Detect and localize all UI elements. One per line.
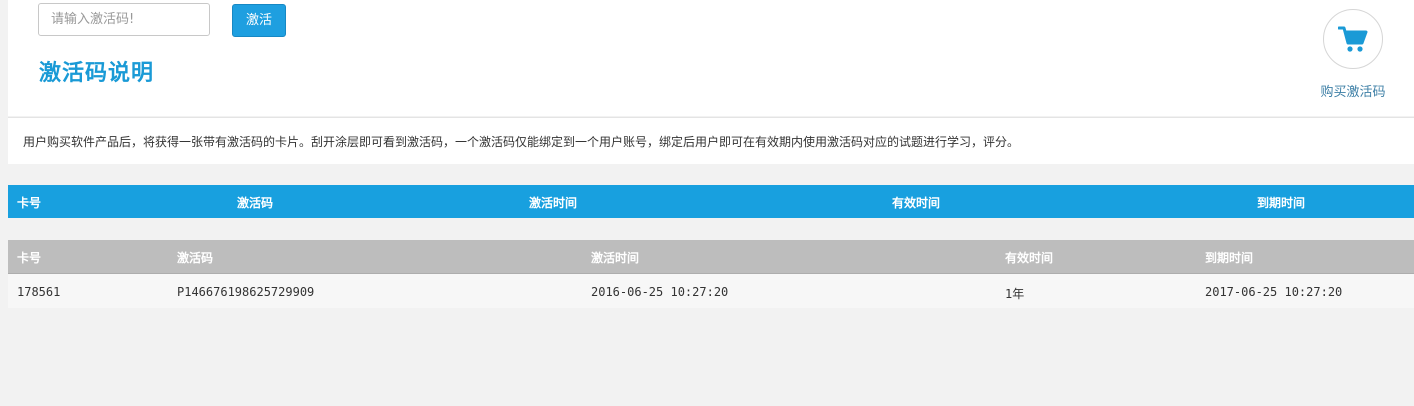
activate-button[interactable]: 激活 xyxy=(232,4,286,37)
column-activation-time: 激活时间 xyxy=(591,251,640,265)
header-expiry-time: 到期时间 xyxy=(1257,196,1306,210)
activation-panel: 激活 激活码说明 购买激活码 xyxy=(8,0,1414,116)
cell-valid-period: 1年 xyxy=(1005,287,1025,301)
column-valid-period: 有效时间 xyxy=(1005,251,1054,265)
header-activation-time: 激活时间 xyxy=(529,196,578,210)
buy-activation-code-link[interactable]: 购买激活码 xyxy=(1312,9,1394,101)
cell-expiry-time: 2017-06-25 10:27:20 xyxy=(1205,285,1343,299)
description-text: 用户购买软件产品后，将获得一张带有激活码的卡片。刮开涂层即可看到激活码，一个激活… xyxy=(23,135,1020,149)
description-panel: 用户购买软件产品后，将获得一张带有激活码的卡片。刮开涂层即可看到激活码，一个激活… xyxy=(8,117,1414,164)
section-title: 激活码说明 xyxy=(39,60,155,86)
summary-header-row: 卡号 激活码 激活时间 有效时间 到期时间 xyxy=(8,185,1414,218)
cell-activation-time: 2016-06-25 10:27:20 xyxy=(591,285,729,299)
header-valid-period: 有效时间 xyxy=(892,196,941,210)
column-activation-code: 激活码 xyxy=(177,251,214,265)
shopping-cart-icon xyxy=(1338,26,1368,52)
records-table: 卡号 激活码 激活时间 有效时间 到期时间 178561 P1466761986… xyxy=(8,240,1414,308)
column-card-number: 卡号 xyxy=(17,251,42,265)
cell-card-number: 178561 xyxy=(17,285,61,299)
records-header-row: 卡号 激活码 激活时间 有效时间 到期时间 xyxy=(8,240,1414,274)
column-expiry-time: 到期时间 xyxy=(1205,251,1254,265)
header-activation-code: 激活码 xyxy=(237,196,274,210)
cart-icon-circle[interactable] xyxy=(1323,9,1383,69)
activation-code-input[interactable] xyxy=(38,3,210,36)
buy-activation-code-label[interactable]: 购买激活码 xyxy=(1312,81,1394,100)
header-card-number: 卡号 xyxy=(17,196,42,210)
table-row: 178561 P146676198625729909 2016-06-25 10… xyxy=(8,274,1414,308)
cell-activation-code: P146676198625729909 xyxy=(177,285,315,299)
